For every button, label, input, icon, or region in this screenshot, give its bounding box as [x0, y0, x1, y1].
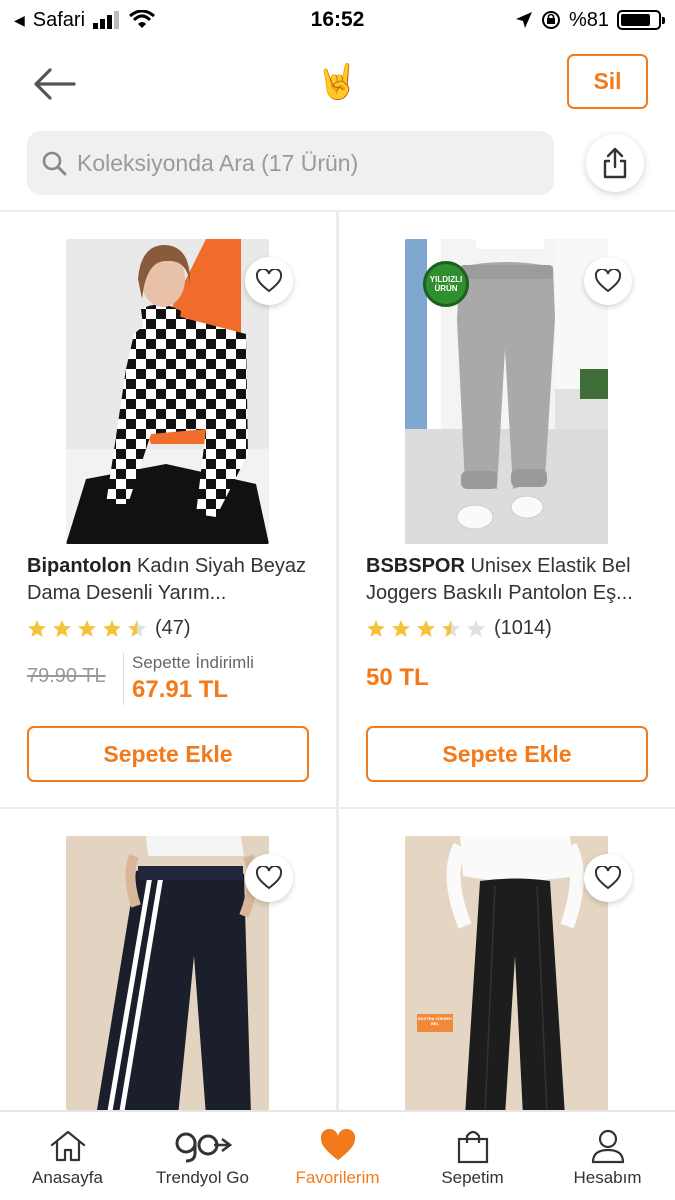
product-price: 50 TL — [366, 664, 429, 691]
product-card[interactable] — [0, 810, 336, 1110]
home-icon — [49, 1128, 87, 1164]
product-photo-checkered-top — [66, 239, 269, 544]
heart-outline-icon — [595, 866, 621, 890]
star-icon — [367, 619, 385, 637]
review-count: (1014) — [494, 617, 552, 639]
star-icon — [467, 619, 485, 637]
star-icon — [417, 619, 435, 637]
tab-hesabim[interactable]: Hesabım — [540, 1112, 675, 1200]
review-count: (47) — [155, 617, 191, 639]
product-rating: (1014) — [366, 617, 552, 640]
battery-fill — [621, 14, 651, 26]
product-price: 67.91 TL — [132, 676, 229, 703]
search-input[interactable]: Koleksiyonda Ara (17 Ürün) — [27, 131, 554, 195]
heart-outline-icon — [256, 866, 282, 890]
extra-high-waist-label: EKSTRA YÜKSEK BEL — [417, 1014, 453, 1032]
star-icon — [53, 619, 71, 637]
product-brand: BSBSPOR — [366, 555, 465, 577]
star-icon — [392, 619, 410, 637]
tab-sepetim[interactable]: Sepetim — [405, 1112, 540, 1200]
star-rating — [27, 619, 147, 639]
bottom-tab-bar: Anasayfa Trendyol Go Favorilerim Sepetim… — [0, 1110, 675, 1200]
search-icon — [42, 151, 67, 176]
rock-hand-emoji-icon: 🤘 — [316, 63, 359, 101]
add-to-cart-button[interactable]: Sepete Ekle — [366, 726, 648, 782]
cart-icon — [456, 1128, 490, 1164]
tab-label: Sepetim — [441, 1168, 504, 1187]
product-photo-black-wide-pants — [405, 836, 608, 1110]
status-left: ◀ Safari — [14, 9, 155, 32]
product-card[interactable]: EKSTRA YÜKSEK BEL — [339, 810, 675, 1110]
delete-button[interactable]: Sil — [567, 54, 648, 109]
product-image[interactable] — [405, 836, 608, 1110]
favorite-button[interactable] — [584, 257, 632, 305]
tab-label: Hesabım — [573, 1168, 642, 1187]
location-icon — [515, 12, 532, 28]
screen: ◀ Safari 16:52 %81 🤘 Sil Koleksiyonda Ar… — [0, 0, 675, 1200]
product-brand: Bipantolon — [27, 555, 132, 577]
share-icon — [603, 147, 627, 179]
header: 🤘 Sil — [0, 48, 675, 118]
old-price: 79.90 TL — [27, 665, 106, 687]
product-image[interactable] — [66, 239, 269, 544]
favorite-button[interactable] — [245, 257, 293, 305]
tab-label: Trendyol Go — [156, 1168, 249, 1187]
product-card[interactable]: Bipantolon Kadın Siyah Beyaz Dama Desenl… — [0, 213, 336, 807]
status-bar: ◀ Safari 16:52 %81 — [0, 0, 675, 40]
product-rating: (47) — [27, 617, 191, 640]
star-icon — [78, 619, 96, 637]
product-card[interactable]: YILDIZLI ÜRÜN BSBSPOR Unisex Elastik Bel… — [339, 213, 675, 807]
tab-anasayfa[interactable]: Anasayfa — [0, 1112, 135, 1200]
product-image[interactable] — [66, 836, 269, 1110]
heart-outline-icon — [595, 269, 621, 293]
tab-label: Anasayfa — [32, 1168, 103, 1187]
tab-trendyol-go[interactable]: Trendyol Go — [135, 1112, 270, 1200]
row-divider — [0, 807, 675, 809]
star-icon — [128, 619, 146, 637]
discount-note: Sepette İndirimli — [132, 653, 254, 672]
starred-product-badge: YILDIZLI ÜRÜN — [423, 261, 469, 307]
product-title[interactable]: Bipantolon Kadın Siyah Beyaz Dama Desenl… — [27, 553, 317, 607]
back-to-app-icon[interactable]: ◀ — [14, 12, 25, 29]
orientation-lock-icon — [541, 11, 560, 29]
add-to-cart-button[interactable]: Sepete Ekle — [27, 726, 309, 782]
favorite-button[interactable] — [584, 854, 632, 902]
carrier-label: Safari — [32, 8, 86, 31]
tab-favorilerim[interactable]: Favorilerim — [270, 1112, 405, 1200]
extra-high-waist-text: EKSTRA YÜKSEK BEL — [417, 1016, 452, 1026]
account-icon — [590, 1128, 626, 1164]
star-icon — [28, 619, 46, 637]
wifi-icon — [129, 10, 155, 28]
product-title[interactable]: BSBSPOR Unisex Elastik Bel Joggers Baskı… — [366, 553, 656, 607]
heart-icon — [319, 1128, 357, 1164]
star-icon — [442, 619, 460, 637]
price-separator — [123, 653, 124, 705]
star-icon — [103, 619, 121, 637]
back-arrow-icon[interactable] — [30, 66, 78, 102]
starred-badge-label: YILDIZLI ÜRÜN — [429, 275, 463, 293]
status-right: %81 — [515, 8, 665, 32]
search-placeholder: Koleksiyonda Ara (17 Ürün) — [77, 149, 359, 176]
signal-icon — [93, 11, 120, 29]
tab-label: Favorilerim — [295, 1168, 380, 1187]
share-button[interactable] — [586, 134, 644, 192]
battery-icon — [617, 10, 665, 30]
battery-percent: %81 — [568, 8, 609, 31]
product-photo-striped-pants — [66, 836, 269, 1110]
star-rating — [366, 619, 486, 639]
heart-outline-icon — [256, 269, 282, 293]
favorite-button[interactable] — [245, 854, 293, 902]
go-logo-icon — [174, 1128, 232, 1164]
